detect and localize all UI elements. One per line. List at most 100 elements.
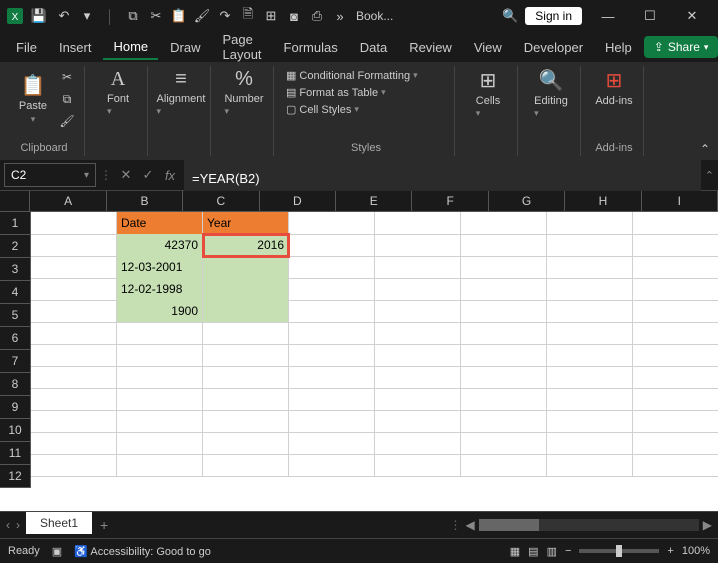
cut-small-icon[interactable]: ✂ [58,68,76,86]
row-header[interactable]: 11 [0,442,31,465]
cell[interactable] [117,454,203,477]
cell[interactable] [547,454,633,477]
row-header[interactable]: 12 [0,465,31,488]
cut-icon[interactable]: ✂ [146,6,166,26]
minimize-icon[interactable]: — [588,2,628,30]
cell[interactable] [633,212,718,235]
scroll-left-icon[interactable]: ◀ [466,518,475,532]
cell[interactable] [547,234,633,257]
more-icon[interactable]: » [330,6,350,26]
tab-pagelayout[interactable]: Page Layout [213,28,272,66]
cell[interactable] [375,344,461,367]
format-table-button[interactable]: ▤Format as Table ▾ [286,85,446,100]
cell[interactable]: 42370 [117,234,203,257]
row-header[interactable]: 8 [0,373,31,396]
cell[interactable] [289,454,375,477]
cell[interactable] [203,322,289,345]
save-icon[interactable]: 💾 [30,7,48,25]
col-header[interactable]: E [336,191,412,211]
cells-button[interactable]: ⊞Cells▾ [467,68,509,119]
cell[interactable] [375,410,461,433]
cell[interactable] [375,432,461,455]
row-header[interactable]: 5 [0,304,31,327]
cell[interactable] [117,344,203,367]
cell[interactable] [633,300,718,323]
row-header[interactable]: 7 [0,350,31,373]
undo-icon[interactable]: ↶ [54,6,74,26]
cell[interactable] [289,256,375,279]
cell[interactable] [289,300,375,323]
h-scrollbar[interactable] [479,519,699,531]
chevron-down-icon[interactable]: ▾ [84,170,89,181]
cell[interactable] [547,212,633,235]
accept-formula-icon[interactable]: ✓ [138,164,158,186]
collapse-ribbon-icon[interactable]: ⌃ [700,142,710,156]
scroll-right-icon[interactable]: ▶ [703,518,712,532]
cell[interactable] [633,344,718,367]
cell[interactable] [375,234,461,257]
cell[interactable] [547,410,633,433]
row-header[interactable]: 4 [0,281,31,304]
cell[interactable] [547,366,633,389]
tab-review[interactable]: Review [399,36,462,59]
cell[interactable] [633,278,718,301]
col-header[interactable]: H [565,191,641,211]
cell[interactable] [547,256,633,279]
signin-button[interactable]: Sign in [525,7,582,25]
cell[interactable] [117,432,203,455]
zoom-in-icon[interactable]: + [667,545,673,557]
cell[interactable] [461,212,547,235]
cell[interactable] [547,322,633,345]
painter-small-icon[interactable]: 🖌 [58,112,76,130]
tab-file[interactable]: File [6,36,47,59]
next-sheet-icon[interactable]: › [16,518,20,532]
cell[interactable] [31,432,117,455]
tab-formulas[interactable]: Formulas [274,36,348,59]
cell[interactable] [289,234,375,257]
cell[interactable] [547,344,633,367]
cell[interactable] [289,432,375,455]
cell[interactable] [461,344,547,367]
cell[interactable] [461,256,547,279]
cell[interactable] [31,278,117,301]
cell[interactable] [461,234,547,257]
paste-button[interactable]: 📋Paste▾ [12,73,54,125]
close-icon[interactable]: ✕ [672,2,712,30]
row-header[interactable]: 6 [0,327,31,350]
cell[interactable] [31,366,117,389]
cell[interactable] [31,256,117,279]
zoom-slider[interactable] [579,549,659,553]
zoom-value[interactable]: 100% [682,545,710,557]
cell[interactable] [633,410,718,433]
cell[interactable] [461,300,547,323]
cell[interactable] [289,410,375,433]
cell[interactable] [461,366,547,389]
col-header[interactable]: F [412,191,488,211]
share-button[interactable]: ⇪Share▾ [644,36,718,58]
cell[interactable] [633,454,718,477]
cell[interactable] [31,344,117,367]
cell[interactable] [31,410,117,433]
cell[interactable] [461,410,547,433]
cell[interactable] [289,344,375,367]
row-header[interactable]: 9 [0,396,31,419]
row-header[interactable]: 1 [0,212,31,235]
cell[interactable] [375,278,461,301]
cell[interactable] [203,278,289,301]
zoom-thumb[interactable] [616,545,622,557]
cell[interactable] [461,432,547,455]
cell[interactable] [375,322,461,345]
editing-button[interactable]: 🔍Editing▾ [530,68,572,119]
cell[interactable] [547,278,633,301]
quickprint-icon[interactable]: ⎙ [307,6,327,26]
cell[interactable] [547,388,633,411]
tab-help[interactable]: Help [595,36,642,59]
cell[interactable] [31,300,117,323]
cell[interactable] [31,388,117,411]
cell[interactable] [375,256,461,279]
cell[interactable] [117,410,203,433]
cell[interactable] [31,454,117,477]
conditional-formatting-button[interactable]: ▦Conditional Formatting ▾ [286,68,446,83]
col-header[interactable]: I [642,191,718,211]
cell[interactable]: 12-02-1998 [117,278,203,301]
